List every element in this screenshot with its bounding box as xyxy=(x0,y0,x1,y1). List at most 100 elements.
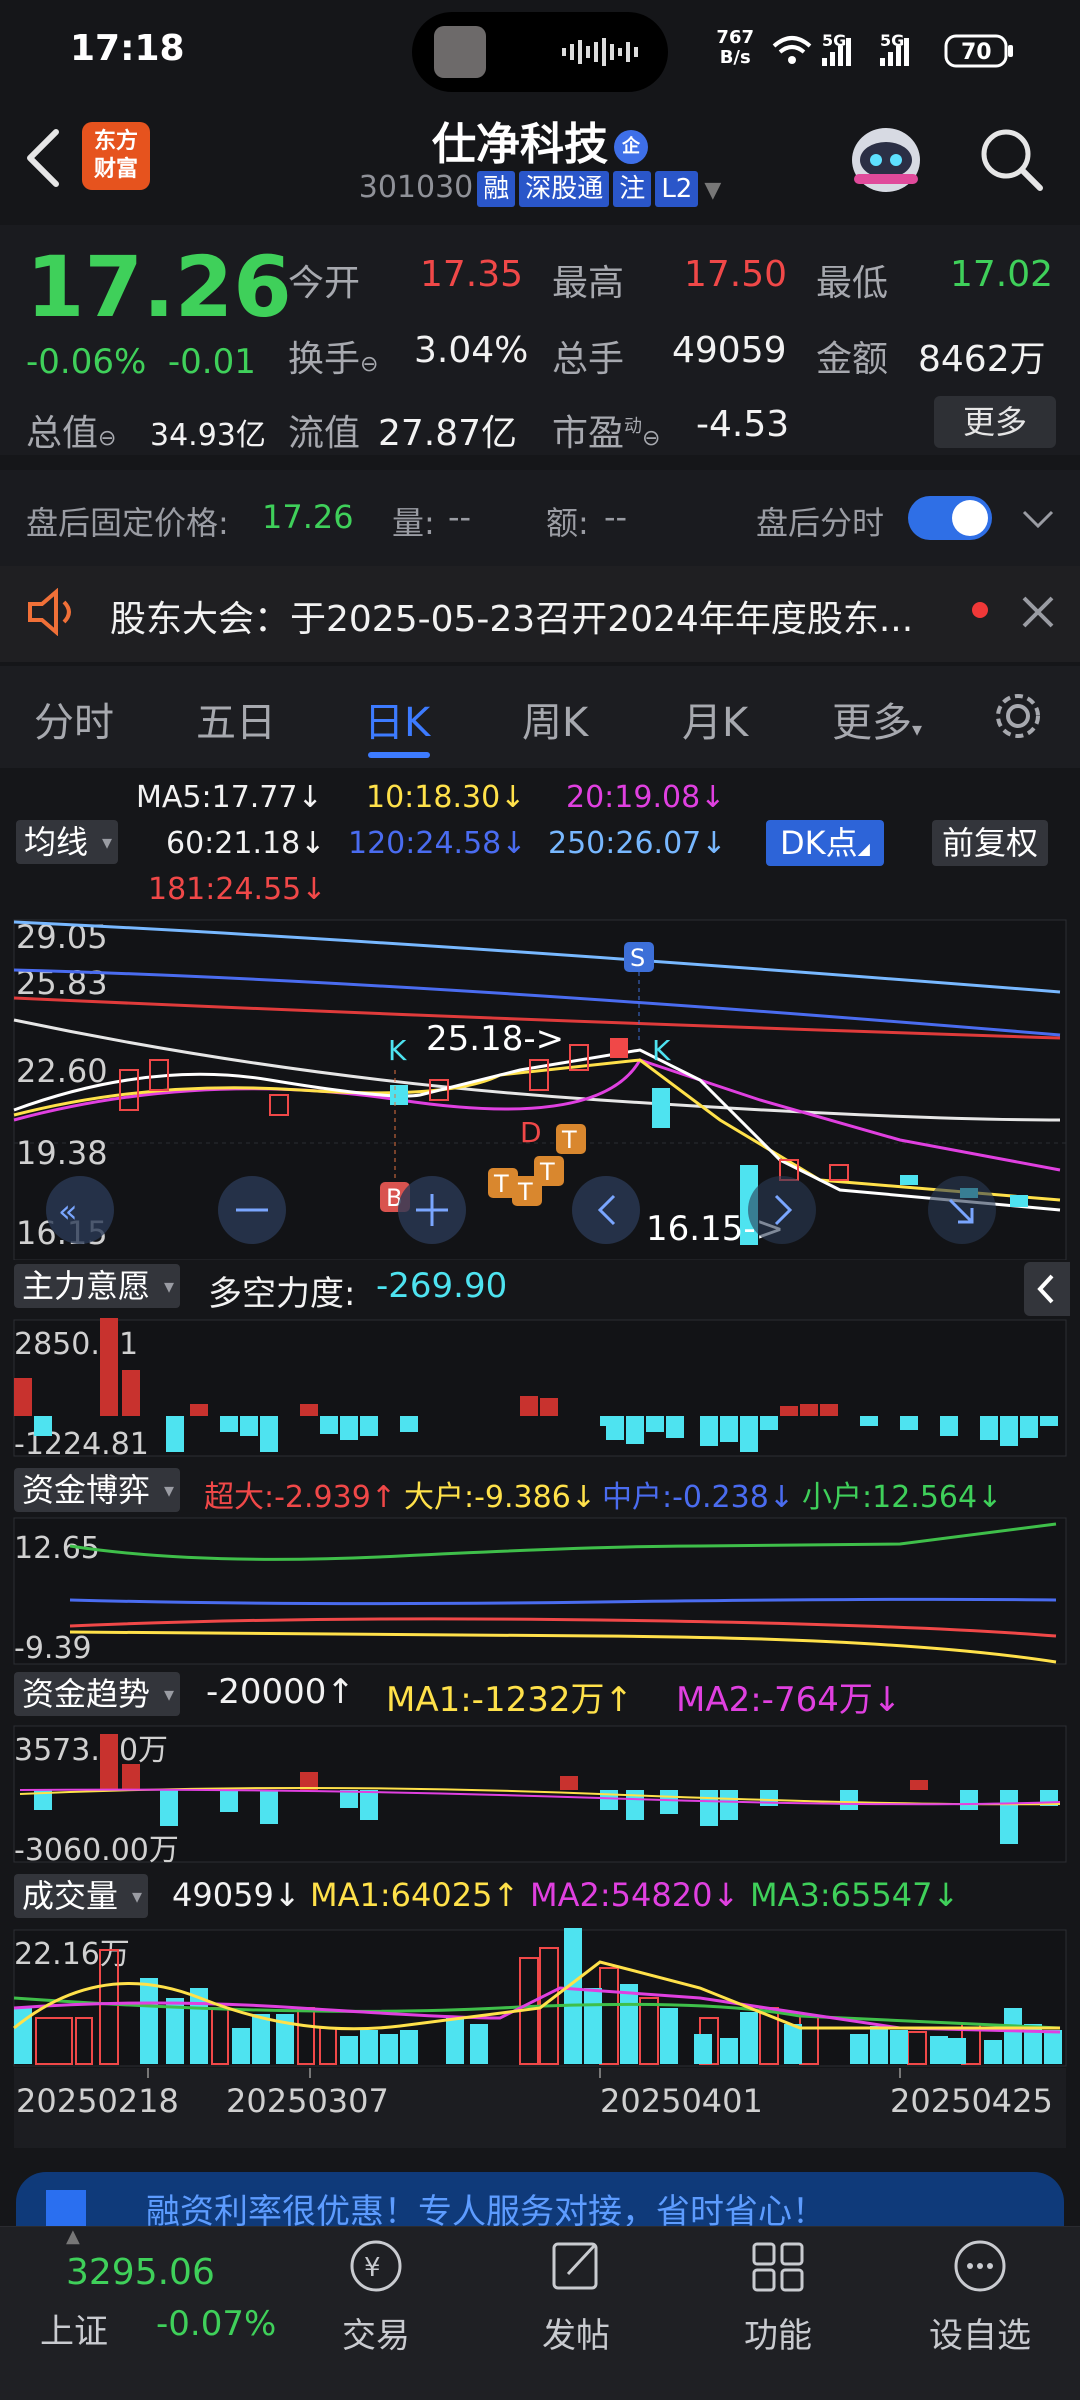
pe-value: -4.53 xyxy=(696,404,790,445)
high-label: 最高 xyxy=(552,263,625,304)
add-watchlist-icon xyxy=(954,2240,1006,2292)
fund-trend-ymax: 3573.00万 xyxy=(14,1733,168,1768)
battery-level: 70 xyxy=(961,40,992,65)
fund-trend-chart: 3573.00万 -3060.00万 xyxy=(13,1725,1067,1864)
volume-ma2: MA2:54820↓ xyxy=(530,1876,740,1914)
tab-five-day[interactable]: 五日 xyxy=(196,690,276,748)
ma-selector-button[interactable]: 均线 xyxy=(16,820,119,864)
y-label-4: 19.38 xyxy=(16,1134,108,1172)
nav-trade-label: 交易 xyxy=(342,2316,410,2356)
nav-trade[interactable]: ¥ 交易 xyxy=(316,2236,436,2357)
tab-intraday[interactable]: 分时 xyxy=(34,690,114,748)
chart-right-icon xyxy=(748,1176,816,1244)
collapse-caret-icon[interactable]: ▲ xyxy=(66,2226,80,2247)
high-value: 17.50 xyxy=(684,254,788,295)
mktcap-label-text: 总值 xyxy=(26,413,99,454)
info-icon[interactable]: ⊖ xyxy=(98,426,116,451)
date-label-3: 20250401 xyxy=(600,2082,763,2120)
nav-add-watchlist-label: 设自选 xyxy=(929,2316,1031,2356)
turnover-value: 3.04% xyxy=(414,330,529,371)
nav-functions[interactable]: 功能 xyxy=(718,2236,838,2357)
volume-ma1: MA1:64025↑ xyxy=(310,1876,520,1914)
mktcap-label: 总值⊖ xyxy=(26,404,116,456)
post-icon xyxy=(552,2242,598,2290)
speaker-icon xyxy=(28,588,71,636)
net-speed-unit: B/s xyxy=(719,47,751,68)
indicator-select-volume[interactable]: 成交量 xyxy=(14,1874,149,1918)
tag-level2: L2 xyxy=(655,171,699,207)
open-value: 17.35 xyxy=(420,254,524,295)
status-time: 17:18 xyxy=(70,28,185,69)
tag-connect: 深股通 xyxy=(519,171,610,207)
t-marker-3: T xyxy=(539,1158,555,1186)
sell-marker-label: S xyxy=(630,944,645,972)
low-label: 最低 xyxy=(816,263,889,304)
large-value: 大户:-9.386↓ xyxy=(404,1480,596,1515)
index-value[interactable]: 3295.06 xyxy=(66,2252,215,2293)
price-adjust-button[interactable]: 前复权 xyxy=(932,820,1049,866)
dynamic-island[interactable] xyxy=(412,12,668,92)
promo-banner[interactable]: 融资利率很优惠！专人服务对接，省时省心！ xyxy=(16,2172,1064,2232)
nav-functions-label: 功能 xyxy=(744,2316,812,2356)
gear-icon[interactable] xyxy=(990,688,1046,744)
after-hours-price: 17.26 xyxy=(262,498,354,536)
side-panel-toggle[interactable] xyxy=(1024,1262,1070,1316)
index-name[interactable]: 上证 xyxy=(40,2304,108,2353)
unread-dot xyxy=(972,602,988,618)
more-quote-button[interactable]: 更多 xyxy=(934,396,1056,448)
volume-value: 49059 xyxy=(672,330,787,371)
t-marker-1: T xyxy=(493,1170,509,1198)
turnover-label-text: 换手 xyxy=(288,339,361,380)
bull-bear-value: -269.90 xyxy=(376,1266,508,1306)
after-hours-amt: -- xyxy=(604,498,628,536)
tab-more[interactable]: 更多▾ xyxy=(832,690,922,748)
high-price-note: 25.18-> xyxy=(426,1019,564,1059)
dk-point-label: DK点 xyxy=(780,824,858,862)
dk-point-button[interactable]: DK点◢ xyxy=(766,820,884,866)
chart-left-icon xyxy=(572,1176,640,1244)
tab-daily-k[interactable]: 日K xyxy=(364,690,430,748)
k-marker-2: K xyxy=(652,1034,671,1067)
indicator-select-fund-game[interactable]: 资金博弈 xyxy=(14,1468,181,1512)
amount-value: 8462万 xyxy=(918,339,1046,380)
tab-monthly-k[interactable]: 月K xyxy=(682,690,748,748)
chevron-down-icon[interactable] xyxy=(1020,504,1056,532)
tab-more-label: 更多 xyxy=(832,700,912,746)
ma10-value: 10:18.30↓ xyxy=(366,780,526,815)
tab-active-indicator xyxy=(368,752,430,758)
close-icon[interactable] xyxy=(1020,594,1056,630)
announcement-text: 股东大会：于2025-05-23召开2024年年度股东... xyxy=(110,599,914,640)
pe-label-text: 市盈 xyxy=(552,413,625,454)
chevron-down-icon[interactable]: ▼ xyxy=(704,178,721,203)
search-icon[interactable] xyxy=(978,126,1046,194)
ma250-value: 250:26.07↓ xyxy=(548,826,727,861)
after-hours-price-label: 盘后固定价格: xyxy=(26,504,229,542)
indicator-select-main-intent[interactable]: 主力意愿 xyxy=(14,1264,181,1308)
tag-margin: 融 xyxy=(477,171,516,207)
ma5-value: MA5:17.77↓ xyxy=(136,780,323,815)
volume-label: 总手 xyxy=(552,339,625,380)
index-change[interactable]: -0.07% xyxy=(156,2304,276,2344)
toggle-knob xyxy=(952,500,988,536)
info-icon[interactable]: ⊖ xyxy=(642,426,660,451)
nav-post[interactable]: 发帖 xyxy=(516,2236,636,2357)
promo-text: 融资利率很优惠！专人服务对接，省时省心！ xyxy=(146,2192,826,2232)
nav-add-watchlist[interactable]: 设自选 xyxy=(920,2236,1040,2357)
fund-trend-ma2: MA2:-764万↓ xyxy=(676,1680,902,1720)
mktcap-value: 34.93亿 xyxy=(150,418,266,453)
info-icon[interactable]: ⊖ xyxy=(360,352,378,377)
fund-trend-ymin: -3060.00万 xyxy=(14,1833,179,1864)
indicator-select-fund-trend[interactable]: 资金趋势 xyxy=(14,1672,181,1716)
zoom-in-icon xyxy=(398,1176,466,1244)
pe-label: 市盈动⊖ xyxy=(552,404,660,456)
kline-chart[interactable]: 29.05 25.83 22.60 19.38 16.15 S 25.18-> … xyxy=(0,910,1080,1260)
tab-weekly-k[interactable]: 周K xyxy=(522,690,588,748)
ai-assistant-icon[interactable] xyxy=(846,120,926,198)
small-value: 小户:12.564↓ xyxy=(802,1480,1003,1515)
k-marker-1: K xyxy=(388,1034,407,1067)
bull-bear-label: 多空力度: xyxy=(208,1274,356,1314)
audio-wave-icon xyxy=(562,38,638,66)
after-hours-toggle[interactable] xyxy=(908,496,992,540)
price-change: -0.06% -0.01 xyxy=(26,342,256,382)
volume-ma3: MA3:65547↓ xyxy=(750,1876,960,1914)
